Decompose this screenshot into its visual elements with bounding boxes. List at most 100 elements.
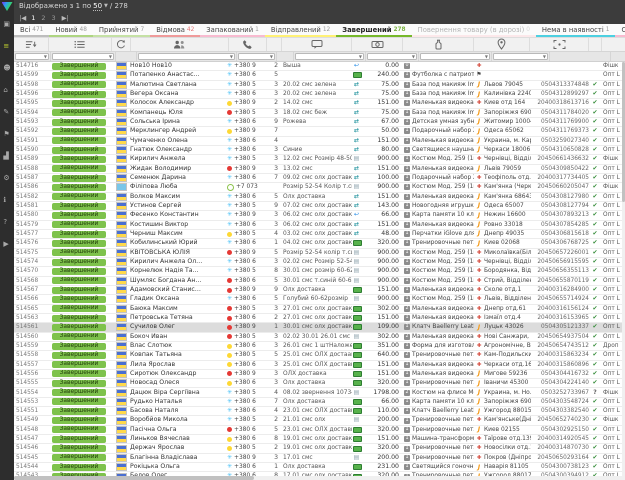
sidebar-item-settings-icon[interactable]: ⚙ (3, 175, 10, 182)
table-row[interactable]: 514547ЗавершенийЛиньков Вячеслав+380 681… (14, 435, 625, 444)
column-header[interactable] (602, 38, 625, 51)
table-row[interactable]: 514591ЗавершенийЧумаченко Олена+380 6415… (14, 137, 625, 146)
table-row[interactable]: 514566ЗавершенийГладик Оксана+380 65Голу… (14, 295, 625, 304)
table-row[interactable]: 514590ЗавершенийГнатюк Олександр+380 63С… (14, 146, 625, 155)
column-header-money-icon[interactable] (352, 38, 403, 51)
table-row[interactable]: 514548ЗавершенийПасічна Ольга+380 6523.0… (14, 426, 625, 435)
order-sum: 231.00 (363, 463, 402, 471)
column-header-product-icon[interactable] (403, 38, 474, 51)
page-button-1[interactable]: 1 (31, 14, 35, 22)
phone-number: +380 5 (234, 81, 256, 89)
table-row[interactable]: 514553ЗавершенийРудько Наталья+380 67Олх… (14, 398, 625, 407)
table-row[interactable]: 514716ЗавершенийНов10 Нов10+380 92Выша0.… (14, 62, 625, 71)
column-header[interactable] (589, 38, 602, 51)
table-row[interactable]: 514596ЗавершенийВегера Оксана+380 6320.0… (14, 90, 625, 99)
tab-Новий[interactable]: Новий48 (49, 24, 93, 37)
filter-input[interactable]: ▼ (420, 53, 490, 61)
table-row[interactable]: 514577ЗавершенийЧерниш Максим+380 5403.0… (14, 230, 625, 239)
tab-Запакований[interactable]: Запакований1 (200, 24, 265, 37)
table-row[interactable]: 514579ЗавершенийКостишин Виктор+380 6306… (14, 221, 625, 230)
phone-number: +380 6 (234, 314, 256, 322)
column-header-phone-icon[interactable] (229, 38, 267, 51)
table-row[interactable]: 514599ЗавершенийПотапенко Анастас…+380 6… (14, 71, 625, 80)
filter-input[interactable]: ▼ (367, 53, 417, 61)
filter-input[interactable]: ▼ (138, 53, 235, 61)
sidebar-item-statistics-icon[interactable]: ▟ (3, 153, 10, 160)
column-header-client-icon[interactable] (131, 38, 229, 51)
last-page-button[interactable]: ▶∣ (62, 14, 68, 22)
table-row[interactable]: 514565ЗавершенийБаюка Максим+380 5327.01… (14, 305, 625, 314)
column-header-channel-icon[interactable] (112, 38, 131, 51)
table-row[interactable]: 514563ЗавершенийПетровська Тетяна+380 62… (14, 314, 625, 323)
table-row[interactable]: 514559ЗавершенийВлас Слотюк+380 6326.01 … (14, 342, 625, 351)
table-row[interactable]: 514586ЗавершенийФіліпова Люба+7 073Розмі… (14, 183, 625, 192)
filter-input[interactable]: ▼ (493, 53, 548, 61)
table-row[interactable]: 514545ЗавершенийБлагінна Владіслава+380 … (14, 454, 625, 463)
tab-Самовивіз[interactable]: Самовивіз2 (615, 24, 625, 37)
table-row[interactable]: 514546ЗавершенийДержач Ярослав+380 5219.… (14, 444, 625, 453)
tab-Відправлений[interactable]: Відправлений12 (265, 24, 336, 37)
table-row[interactable]: 514587ЗавершенийСеменюк Дарина+380 6709.… (14, 174, 625, 183)
column-header-comment-icon[interactable] (282, 38, 352, 51)
table-row[interactable]: 514549ЗавершенийВоробйов Микола+380 5221… (14, 416, 625, 425)
column-header-status-list-icon[interactable] (49, 38, 112, 51)
column-header-location-icon[interactable] (474, 38, 530, 51)
filter-input[interactable]: ▼ (238, 53, 275, 61)
sidebar-item-info-icon[interactable]: ℹ (3, 197, 10, 204)
table-row[interactable]: 514574ЗавершенийКирилич Анжела Ол…+380 6… (14, 258, 625, 267)
table-row[interactable]: 514561ЗавершенийСучилов Олег+380 9130.01… (14, 323, 625, 332)
table-row[interactable]: 514570ЗавершенийКорнелюк Надія Та…+380 5… (14, 267, 625, 276)
table-row[interactable]: 514595ЗавершенийКолосок Александр+380 92… (14, 99, 625, 108)
sidebar-item-video-tutorial-icon[interactable]: ▶ (3, 241, 10, 248)
tab-Повернення товару (в дорозі)[interactable]: Повернення товару (в дорозі)0 (412, 24, 536, 37)
main-panel: Відображено з 1 по 50 ▼ / 278 ∣◀ 123▶∣ В… (14, 0, 625, 480)
table-row[interactable]: 514594ЗавершенийКомпанець Юля+380 5318.0… (14, 109, 625, 118)
table-row[interactable]: 514555ЗавершенийНовосад Олеся+380 63Олх … (14, 379, 625, 388)
table-row[interactable]: 514544ЗавершенийРокіцька Ольга+380 61Олх… (14, 463, 625, 472)
column-header-ttn-icon[interactable] (530, 38, 589, 51)
table-row[interactable]: 514557ЗавершенийЛила Ярослав+380 6325.01… (14, 361, 625, 370)
ttn-number: 20450656915595 (531, 258, 589, 266)
table-row[interactable]: 514567ЗавершенийАдамовский Станис…+380 9… (14, 286, 625, 295)
horizontal-scrollbar[interactable] (14, 476, 625, 480)
table-row[interactable]: 514575ЗавершенийКВІТОВСЬКА ЮЛІЯ+380 95Ро… (14, 249, 625, 258)
table-row[interactable]: 514568ЗавершенийШумляс Богдана Ан…+380 6… (14, 277, 625, 286)
client-name: Фесенко Константин (130, 211, 227, 219)
app-logo-icon[interactable] (2, 2, 13, 11)
column-header-sort-id-icon[interactable] (14, 38, 49, 51)
kyivstar-icon (227, 221, 232, 229)
table-row[interactable]: 514582ЗавершенийВолков Максим+380 65Олх … (14, 193, 625, 202)
first-page-button[interactable]: ∣◀ (19, 14, 25, 22)
tab-Нема в наявності[interactable]: Нема в наявності1 (536, 24, 616, 37)
table-row[interactable]: 514558ЗавершенийКовпак Татьяна+380 5525.… (14, 351, 625, 360)
table-row[interactable]: 514589ЗавершенийКирилич Анжела+380 5312.… (14, 155, 625, 164)
sidebar-item-marketing-icon[interactable]: ⚑ (3, 131, 10, 138)
sidebar-item-orders-list-icon[interactable]: ≡ (3, 43, 10, 50)
page-button-3[interactable]: 3 (52, 14, 56, 22)
country-flag-icon (116, 230, 127, 238)
filter-input[interactable]: ▼ (295, 53, 364, 61)
items-count-badge: 1 (404, 278, 410, 284)
per-page-dropdown[interactable]: 50 (93, 2, 102, 11)
table-row[interactable]: 514554ЗавершенийДацюк Віра Сергіївна+380… (14, 388, 625, 397)
table-row[interactable]: 514581ЗавершенийУстинов Сергей+380 5907.… (14, 202, 625, 211)
sidebar-item-help-icon[interactable]: ? (3, 219, 10, 226)
table-row[interactable]: 514588ЗавершенийЖидак Володимир+380 9313… (14, 165, 625, 174)
sidebar-item-company-icon[interactable]: ⌂ (3, 87, 10, 94)
column-header[interactable] (267, 38, 282, 51)
filter-input[interactable]: ▼ (52, 53, 114, 61)
table-row[interactable]: 514580ЗавершенийФесенко Константин+380 9… (14, 211, 625, 220)
table-row[interactable]: 514598ЗавершенийМалютина Светлана+380 53… (14, 81, 625, 90)
status-badge: Завершений (52, 156, 106, 163)
sidebar-item-tasks-icon[interactable]: ✎ (3, 109, 10, 116)
sidebar-item-clients-icon[interactable]: ☻ (3, 65, 10, 72)
table-row[interactable]: 514556ЗавершенийСиротюк Олександр+380 93… (14, 370, 625, 379)
table-row[interactable]: 514560ЗавершенийБокоч Иван+380 5302.02 3… (14, 333, 625, 342)
filter-input[interactable]: ▼ (15, 53, 49, 61)
table-row[interactable]: 514551ЗавершенийБасова Наталя+380 6423.0… (14, 407, 625, 416)
page-button-2[interactable]: 2 (41, 14, 45, 22)
table-row[interactable]: 514593ЗавершенийСольська Ірина+380 69Рож… (14, 118, 625, 127)
table-row[interactable]: 514592ЗавершенийМерклингер Андрей+380 97… (14, 127, 625, 136)
table-row[interactable]: 514576ЗавершенийКобилинський Юрий+380 61… (14, 239, 625, 248)
sidebar-item-dashboard-icon[interactable]: ▣ (3, 21, 10, 28)
